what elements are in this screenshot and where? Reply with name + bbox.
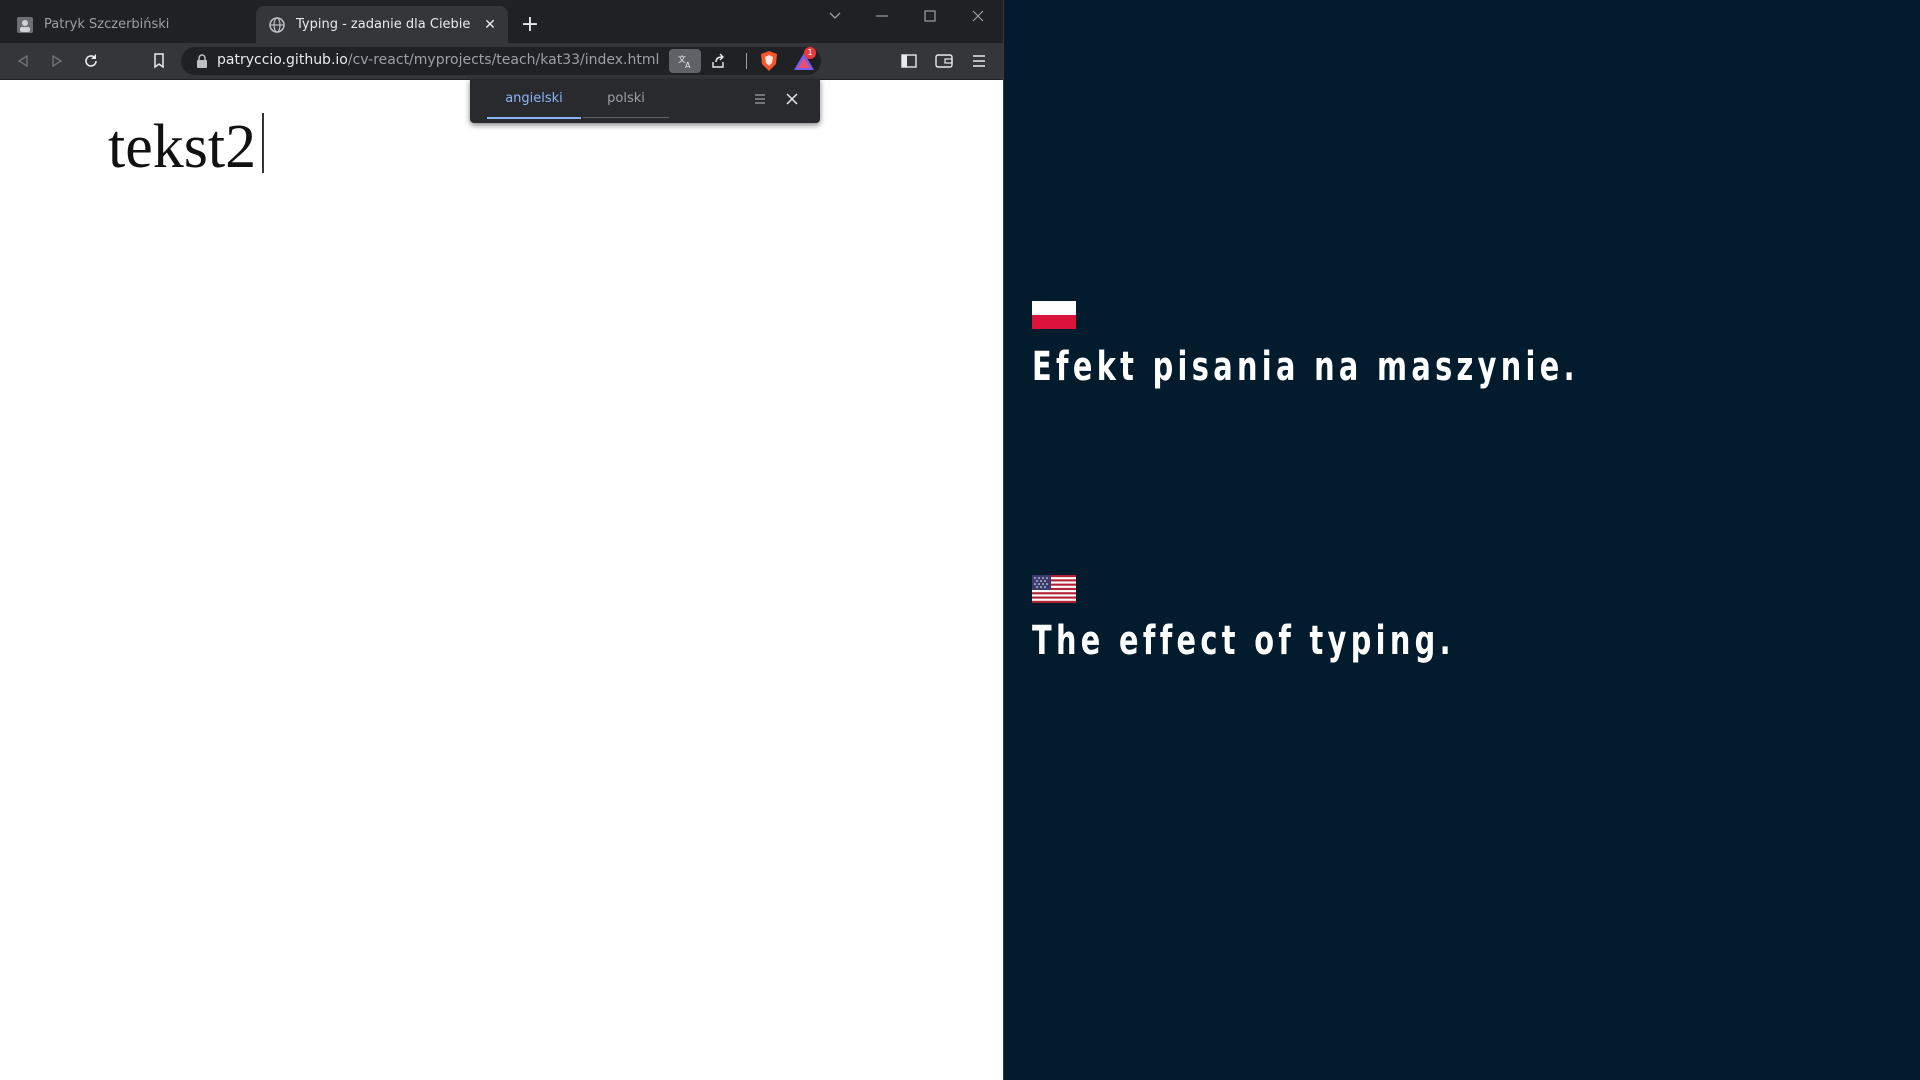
globe-favicon-icon [268, 16, 286, 34]
back-icon [17, 54, 28, 68]
reload-button[interactable] [78, 48, 104, 74]
translate-icon[interactable]: 文A [669, 49, 701, 73]
browser-window: Patryk Szczerbiński Typing - zadanie dla… [0, 0, 1004, 1080]
reload-icon [85, 54, 97, 67]
tab-patryk[interactable]: Patryk Szczerbiński [4, 6, 256, 43]
tab-label: Typing - zadanie dla Ciebie [296, 17, 471, 32]
url-path: /cv-react/myprojects/teach/kat33/index.h… [347, 52, 660, 68]
bookmark-icon [154, 53, 164, 69]
lock-icon [197, 54, 207, 68]
back-button[interactable] [10, 48, 36, 74]
wallet-icon [935, 54, 953, 68]
tab-label: Patryk Szczerbiński [44, 17, 170, 32]
forward-button[interactable] [44, 48, 70, 74]
sidebar-icon [901, 54, 917, 68]
typing-text-container: tekst2 [108, 108, 265, 186]
translate-popup: angielski polski [470, 79, 820, 123]
url-host: patryccio.github.io [217, 52, 348, 68]
avatar-favicon-icon [16, 16, 34, 34]
share-icon[interactable] [702, 49, 734, 73]
page-content: tekst2 [0, 80, 1003, 1080]
rewards-badge: 1 [804, 47, 816, 59]
tab-search-icon[interactable] [811, 0, 859, 32]
tab-strip: Patryk Szczerbiński Typing - zadanie dla… [0, 0, 1003, 49]
tab-typing[interactable]: Typing - zadanie dla Ciebie ✕ [256, 6, 508, 43]
translate-options-icon[interactable] [750, 89, 770, 109]
tab-close-icon[interactable]: ✕ [480, 15, 500, 35]
wallet-button[interactable] [931, 48, 957, 74]
svg-text:A: A [685, 61, 691, 69]
typing-caret [262, 113, 265, 173]
maximize-button[interactable] [906, 0, 954, 32]
toolbar-divider [746, 53, 747, 69]
typed-text: tekst2 [108, 113, 257, 181]
sidebar-button[interactable] [896, 48, 922, 74]
caption-english: The effect of typing. [1032, 618, 1455, 664]
bookmark-button[interactable] [146, 48, 172, 74]
minimize-button[interactable] [858, 0, 906, 32]
new-tab-button[interactable]: + [518, 12, 542, 37]
forward-icon [52, 54, 63, 68]
translate-tab-polish[interactable]: polski [583, 79, 669, 118]
poland-flag-icon [1032, 301, 1076, 329]
brave-shield-icon[interactable] [758, 50, 780, 72]
translate-close-icon[interactable] [782, 89, 802, 109]
menu-button[interactable] [966, 48, 992, 74]
toolbar: patryccio.github.io/cv-react/myprojects/… [0, 43, 1003, 80]
url-text: patryccio.github.io/cv-react/myprojects/… [217, 52, 659, 68]
hamburger-menu-icon [973, 55, 985, 67]
caption-polish: Efekt pisania na maszynie. [1032, 344, 1579, 390]
address-bar[interactable]: patryccio.github.io/cv-react/myprojects/… [181, 47, 821, 75]
close-window-button[interactable] [954, 0, 1002, 32]
usa-flag-icon [1032, 575, 1076, 603]
translate-tab-english[interactable]: angielski [487, 79, 581, 119]
